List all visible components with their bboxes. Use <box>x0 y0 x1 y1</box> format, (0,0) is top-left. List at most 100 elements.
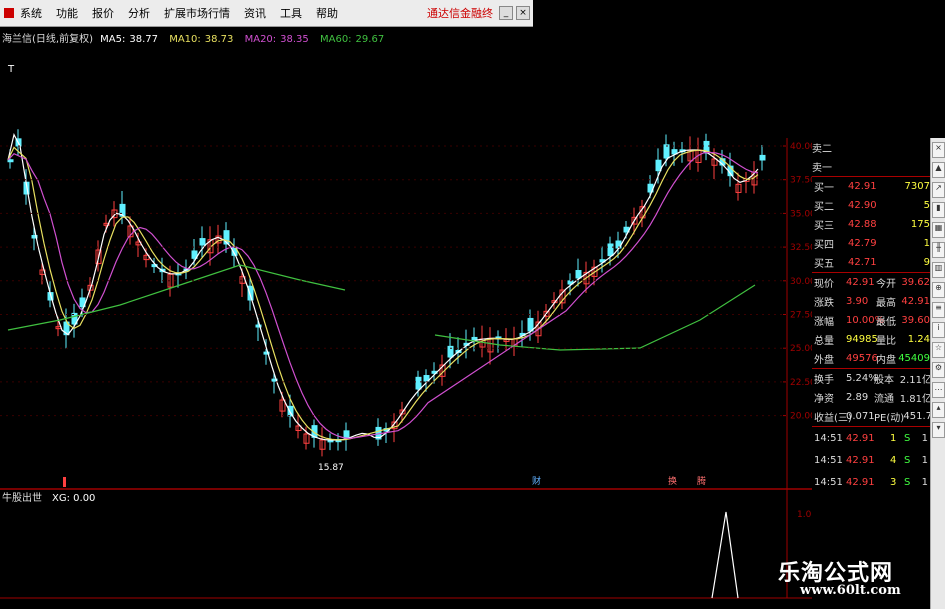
candle <box>199 238 206 246</box>
price-axis-label: 32.50 <box>790 243 812 253</box>
tick-side: S <box>904 454 911 466</box>
toolbar-close-icon[interactable]: × <box>932 142 945 158</box>
price-axis-label: 37.50 <box>790 176 812 186</box>
event-marker-cai[interactable]: 财 <box>532 475 541 487</box>
event-marker-huan[interactable]: 换 <box>668 475 677 487</box>
tick-price: 42.91 <box>846 454 875 466</box>
indicator-title: 牛股出世 <box>2 491 42 504</box>
tick-volume: 3 <box>890 476 897 488</box>
ma10-line <box>7 146 759 441</box>
price-axis-label: 27.50 <box>790 311 812 321</box>
candle <box>527 317 534 332</box>
tick-count: 1 <box>921 454 928 466</box>
buy-price: 42.91 <box>848 181 877 192</box>
low-price-label: 15.87 <box>318 463 344 473</box>
sell-row-1: 卖一 <box>812 157 932 176</box>
price-axis-label: 25.00 <box>790 344 812 354</box>
candle <box>575 270 582 279</box>
indicator-signal-spike <box>711 511 739 599</box>
quote-label-2: 量比 <box>876 336 896 347</box>
fund-label-2: 股本 <box>874 375 894 386</box>
buy-label: 买四 <box>814 240 834 251</box>
quote-label: 涨跌 <box>814 298 834 309</box>
tick-time: 14:51 <box>814 432 843 444</box>
buy-row[interactable]: 买二 42.90 5 <box>812 196 932 215</box>
tick-side: S <box>904 476 911 488</box>
candle <box>415 376 422 390</box>
toolbar-down-icon[interactable]: ▾ <box>932 422 945 438</box>
toolbar-line-icon[interactable]: ↗ <box>932 182 945 198</box>
watermark-url: www.60lt.com <box>800 583 901 598</box>
event-marker-teng[interactable]: 腾 <box>697 475 706 487</box>
toolbar-chart-icon[interactable]: ▲ <box>932 162 945 178</box>
moving-average-lines <box>7 132 759 441</box>
quote-row: 现价 42.91 今开 39.62 <box>812 273 932 292</box>
ma5-line <box>7 132 759 441</box>
tick-row: 14:51 42.91 3 S 1 <box>812 471 932 493</box>
tick-count: 1 <box>921 432 928 444</box>
buy-label: 买五 <box>814 259 834 270</box>
quote-label-2: 最低 <box>876 317 896 328</box>
buy-row[interactable]: 买四 42.79 1 <box>812 234 932 253</box>
tick-time: 14:51 <box>814 476 843 488</box>
event-marker <box>63 477 66 487</box>
side-toolbar: × ▲ ↗ ▮ ▦ ╫ ▥ ⊕ ≡ i ☆ ⚙ … ▴ ▾ <box>930 138 945 609</box>
buy-price: 42.71 <box>848 257 877 268</box>
indicator-axis-value: 1.00 <box>797 510 812 520</box>
candle <box>471 336 478 341</box>
quote-row: 总量 94985 量比 1.24 <box>812 330 932 349</box>
price-axis-label: 20.00 <box>790 412 812 422</box>
quote-label-2: 今开 <box>876 279 896 290</box>
quote-value-2: 39.62 <box>901 277 930 288</box>
fundamental-row: 净资 2.89 流通 1.81亿 <box>812 388 932 407</box>
toolbar-grid-icon[interactable]: ▦ <box>932 222 945 238</box>
toolbar-kline-icon[interactable]: ╫ <box>932 242 945 258</box>
toolbar-list-icon[interactable]: ≡ <box>932 302 945 318</box>
indicator-value: XG: 0.00 <box>52 493 95 504</box>
fund-label: 净资 <box>814 394 834 405</box>
quote-value-2: 39.60 <box>901 315 930 326</box>
quote-value-2: 42.91 <box>901 296 930 307</box>
fund-value-2: 2.11亿 <box>899 375 932 386</box>
buy-volume: 7307 <box>904 181 930 192</box>
candle <box>759 154 766 161</box>
tick-price: 42.91 <box>846 432 875 444</box>
quote-value: 3.90 <box>846 296 869 307</box>
buy-price: 42.90 <box>848 200 877 211</box>
buy-row[interactable]: 买一 42.91 7307 <box>812 177 932 196</box>
high-marker: T <box>7 64 15 75</box>
buy-label: 买一 <box>814 183 834 194</box>
toolbar-volume-icon[interactable]: ▥ <box>932 262 945 278</box>
toolbar-star-icon[interactable]: ☆ <box>932 342 945 358</box>
price-axis-label: 40.00 <box>790 142 812 152</box>
quote-row: 涨幅 10.00% 最低 39.60 <box>812 311 932 330</box>
buy-row[interactable]: 买三 42.88 175 <box>812 215 932 234</box>
buy-row[interactable]: 买五 42.71 9 <box>812 253 932 272</box>
ma20-line <box>7 151 759 440</box>
price-axis: 40.00 37.50 35.00 32.50 30.00 27.50 25.00 22.50… <box>0 142 812 422</box>
fundamental-row: 换手 5.24% 股本 2.11亿 <box>812 369 932 388</box>
kline-chart[interactable]: T 15.87 财 换 腾 40.00 37.50 35.00 32.50 30.00 2… <box>0 0 812 609</box>
toolbar-up-icon[interactable]: ▴ <box>932 402 945 418</box>
fund-value: 5.24% <box>846 373 878 384</box>
quote-label: 涨幅 <box>814 317 834 328</box>
toolbar-tools-icon[interactable]: ⚙ <box>932 362 945 378</box>
tick-row: 14:51 42.91 4 S 1 <box>812 449 932 471</box>
candle <box>655 159 662 172</box>
sell-row-2: 卖二 <box>812 138 932 157</box>
toolbar-zoom-icon[interactable]: ⊕ <box>932 282 945 298</box>
buy-volume: 175 <box>910 219 930 230</box>
quote-label: 外盘 <box>814 355 834 366</box>
tick-time: 14:51 <box>814 454 843 466</box>
toolbar-more-icon[interactable]: … <box>932 382 945 398</box>
quote-row: 外盘 49576 内盘 45409 <box>812 349 932 368</box>
sell-2-label: 卖二 <box>812 144 832 155</box>
buy-label: 买二 <box>814 202 834 213</box>
fundamental-row: 收益(三) 0.071 PE(动) 451.7 <box>812 407 932 426</box>
candlesticks <box>7 129 766 457</box>
tick-price: 42.91 <box>846 476 875 488</box>
quote-panel: 卖二 卖一 买一 42.91 7307 买二 42.90 5 买三 42.88 175 买四 42.… <box>812 138 932 493</box>
toolbar-bar-icon[interactable]: ▮ <box>932 202 945 218</box>
quote-value-2: 1.24 <box>907 334 930 345</box>
toolbar-info-icon[interactable]: i <box>932 322 945 338</box>
